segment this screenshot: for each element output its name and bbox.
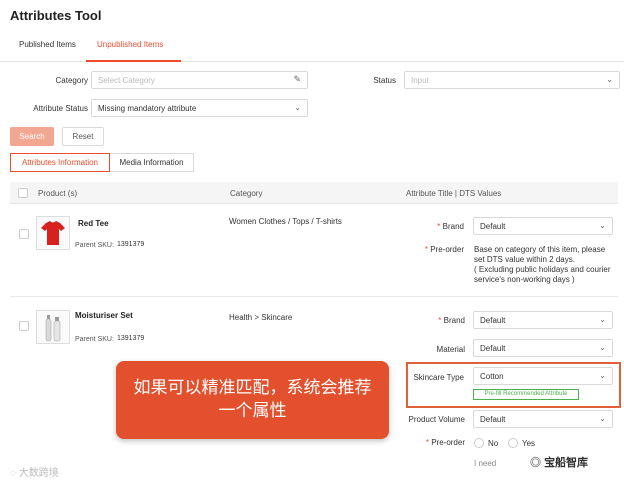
attribute-status-label: Attribute Status [33,104,88,113]
parent-sku-label: Parent SKU: [75,242,114,249]
tab-unpublished-items[interactable]: Unpublished Items [97,40,163,49]
product-thumbnail-moisturiser-set [36,310,70,344]
pencil-icon[interactable]: ✎ [293,74,301,85]
header-product: Product (s) [38,189,78,198]
chevron-down-icon: ⌄ [606,75,613,84]
preorder-yes-radio[interactable] [508,438,518,448]
chevron-down-icon: ⌄ [294,103,301,112]
chevron-down-icon: ⌄ [599,221,606,230]
product-name: Red Tee [78,219,109,228]
annotation-callout: 如果可以精准匹配，系统会推荐 一个属性 [116,361,389,439]
brand-select[interactable]: Default ⌄ [473,217,613,235]
preorder-no-label: No [488,439,499,448]
attribute-status-select[interactable]: Missing mandatory attribute ⌄ [91,99,308,117]
brand-label: * Brand [437,222,464,231]
category-select[interactable]: Select Category ✎ [91,71,308,89]
preorder-no-radio[interactable] [474,438,484,448]
row-checkbox[interactable] [19,321,29,331]
bottles-icon [45,315,61,342]
preorder-yes-label: Yes [522,439,536,448]
segment-attributes-information[interactable]: Attributes Information [10,153,110,172]
status-label: Status [373,76,396,85]
brand-value: Default [480,222,506,231]
recommended-attribute-badge: Pre-fill Recommended Attribute [473,389,579,400]
preorder-label: * Pre-order [424,245,464,254]
parent-sku-label: Parent SKU: [75,336,114,343]
header-category: Category [230,189,263,198]
chevron-down-icon: ⌄ [599,414,606,423]
tab-bar: Published Items Unpublished Items [0,32,624,62]
product-volume-select[interactable]: Default ⌄ [473,410,613,428]
chevron-down-icon: ⌄ [599,371,606,380]
skincare-type-value: Cotton [480,372,504,381]
parent-sku-value: 1391379 [117,335,145,342]
skincare-type-select[interactable]: Cotton ⌄ [473,367,613,385]
status-select[interactable]: Input ⌄ [404,71,620,89]
reset-button[interactable]: Reset [62,127,104,146]
chevron-down-icon: ⌄ [599,315,606,324]
tab-published-items[interactable]: Published Items [19,40,76,49]
watermark-right: ◎ 宝船智库 [530,457,589,469]
brand-select[interactable]: Default ⌄ [473,311,613,329]
preorder-note: Base on category of this item, please se… [474,245,611,284]
material-value: Default [480,344,506,353]
skincare-type-label: Skincare Type [413,373,464,382]
wechat-icon: ◎ [530,457,545,469]
category-placeholder: Select Category [98,76,155,85]
segment-media-information[interactable]: Media Information [110,153,194,172]
select-all-checkbox[interactable] [18,188,28,198]
tshirt-icon [41,221,65,245]
brand-label: * Brand [438,316,465,325]
product-name: Moisturiser Set [75,311,133,320]
attribute-status-value: Missing mandatory attribute [98,104,197,113]
i-need-label: I need [474,459,497,468]
page-title: Attributes Tool [10,8,102,23]
chat-bubble-icon: ◌ [10,468,19,479]
product-category: Health > Skincare [229,313,293,322]
table-header: Product (s) Category Attribute Title | D… [10,182,618,204]
watermark-left: ◌ 大数跨境 [10,468,59,479]
material-select[interactable]: Default ⌄ [473,339,613,357]
product-volume-label: Product Volume [408,415,465,424]
product-volume-value: Default [480,415,506,424]
active-tab-indicator [86,60,181,62]
product-category: Women Clothes / Tops / T-shirts [229,217,342,226]
callout-line-2: 一个属性 [218,401,287,421]
chevron-down-icon: ⌄ [599,343,606,352]
row-checkbox[interactable] [19,229,29,239]
preorder-label: * Pre-order [425,438,465,447]
material-label: Material [436,345,465,354]
callout-line-1: 如果可以精准匹配，系统会推荐 [133,378,372,398]
row-divider [10,296,618,297]
parent-sku-value: 1391379 [117,241,145,248]
header-attribute: Attribute Title | DTS Values [406,189,502,198]
status-placeholder: Input [411,76,429,85]
search-button[interactable]: Search [10,127,54,146]
product-thumbnail-red-tee [36,216,70,250]
category-label: Category [55,76,88,85]
brand-value: Default [480,316,506,325]
